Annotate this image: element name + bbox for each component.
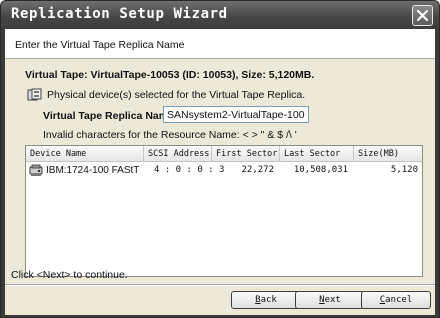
footer-instruction: Click <Next> to continue. bbox=[11, 269, 128, 281]
device-list-header: Device Name SCSI Address First Sector La… bbox=[26, 146, 422, 162]
virtual-tape-info: Virtual Tape: VirtualTape-10053 (ID: 100… bbox=[25, 69, 315, 81]
column-header-last-sector[interactable]: Last Sector bbox=[280, 146, 354, 162]
window-title: Replication Setup Wizard bbox=[11, 6, 228, 22]
wizard-window: Replication Setup Wizard Enter the Virtu… bbox=[0, 0, 440, 318]
table-row[interactable]: IBM:1724-100 FAStT 4 : 0 : 0 : 3 22,272 … bbox=[26, 163, 422, 178]
header-instruction: Enter the Virtual Tape Replica Name bbox=[15, 39, 185, 51]
physical-device-icon bbox=[27, 88, 42, 101]
back-label: ack bbox=[260, 295, 277, 305]
cell-first-sector: 22,272 bbox=[241, 165, 274, 175]
disk-device-icon bbox=[29, 164, 43, 176]
next-button[interactable]: Next bbox=[295, 291, 365, 309]
column-header-size[interactable]: Size(MB) bbox=[354, 146, 422, 162]
device-list[interactable]: Device Name SCSI Address First Sector La… bbox=[25, 145, 423, 277]
physical-device-text: Physical device(s) selected for the Virt… bbox=[47, 89, 306, 101]
cell-size: 5,120 bbox=[390, 165, 418, 175]
column-header-first-sector[interactable]: First Sector bbox=[212, 146, 280, 162]
footer-divider bbox=[5, 284, 435, 286]
replica-name-input[interactable] bbox=[163, 106, 309, 123]
cell-last-sector: 10,508,031 bbox=[293, 165, 348, 175]
replica-name-label: Virtual Tape Replica Name: bbox=[43, 110, 178, 122]
invalid-characters-note: Invalid characters for the Resource Name… bbox=[43, 129, 297, 141]
column-header-scsi-address[interactable]: SCSI Address bbox=[144, 146, 212, 162]
wizard-header: Enter the Virtual Tape Replica Name bbox=[5, 29, 435, 59]
column-header-device-name[interactable]: Device Name bbox=[26, 146, 144, 162]
close-icon bbox=[417, 10, 428, 21]
title-bar[interactable]: Replication Setup Wizard bbox=[1, 1, 439, 29]
wizard-body: Enter the Virtual Tape Replica Name Virt… bbox=[5, 29, 435, 315]
cancel-button[interactable]: Cancel bbox=[361, 291, 431, 309]
cell-device-name: IBM:1724-100 FAStT bbox=[46, 165, 140, 176]
next-label: ext bbox=[324, 295, 341, 305]
close-button[interactable] bbox=[412, 5, 433, 26]
cancel-label: ancel bbox=[385, 295, 413, 305]
back-button[interactable]: Back bbox=[231, 291, 301, 309]
